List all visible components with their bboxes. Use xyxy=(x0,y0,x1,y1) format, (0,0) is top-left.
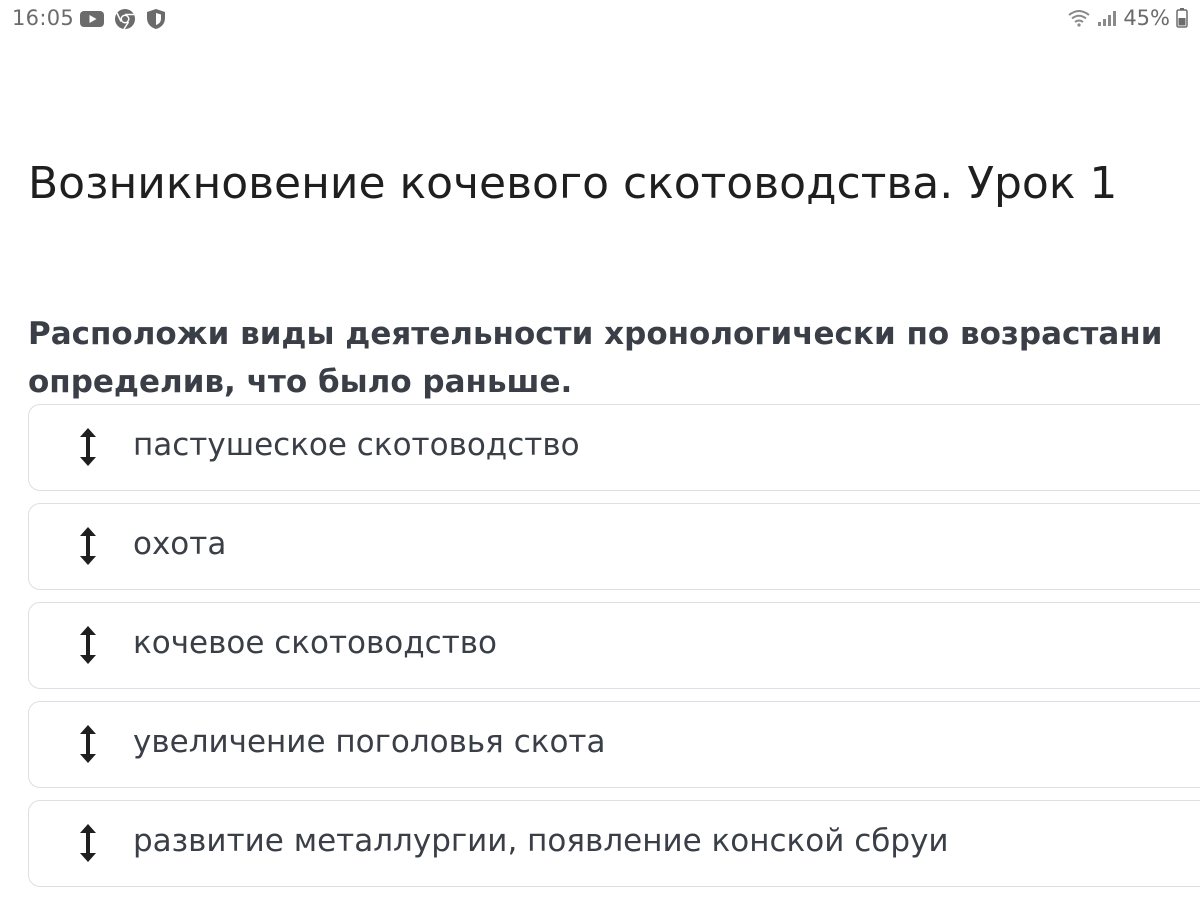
sortable-item[interactable]: кочевое скотоводство xyxy=(28,602,1200,689)
sortable-item[interactable]: охота xyxy=(28,503,1200,590)
sortable-item-label: пастушеское скотоводство xyxy=(133,427,580,463)
battery-icon xyxy=(1176,8,1188,28)
sortable-item-label: охота xyxy=(133,526,227,562)
battery-percent: 45% xyxy=(1123,6,1170,30)
drag-handle-icon[interactable] xyxy=(77,625,99,665)
status-bar: 16:05 45% xyxy=(0,0,1200,38)
question-line-1: Расположи виды деятельности хронологичес… xyxy=(28,316,1163,352)
shield-icon xyxy=(146,8,166,30)
signal-icon xyxy=(1097,9,1117,27)
sortable-item-label: увеличение поголовья скота xyxy=(133,724,606,760)
status-icons-right: 45% xyxy=(1067,6,1188,30)
page-title: Возникновение кочевого скотоводства. Уро… xyxy=(28,158,1118,209)
sortable-list: пастушеское скотоводство охота кочевое с… xyxy=(28,404,1200,899)
question-text: Расположи виды деятельности хронологичес… xyxy=(28,310,1200,406)
status-time: 16:05 xyxy=(12,6,75,30)
drag-handle-icon[interactable] xyxy=(77,526,99,566)
sortable-item[interactable]: пастушеское скотоводство xyxy=(28,404,1200,491)
sortable-item[interactable]: увеличение поголовья скота xyxy=(28,701,1200,788)
chrome-icon xyxy=(114,8,136,30)
drag-handle-icon[interactable] xyxy=(77,724,99,764)
sortable-item-label: кочевое скотоводство xyxy=(133,625,498,661)
sortable-item-label: развитие металлургии, появление конской … xyxy=(133,823,949,859)
youtube-icon xyxy=(80,10,104,28)
drag-handle-icon[interactable] xyxy=(77,823,99,863)
question-line-2: определив, что было раньше. xyxy=(28,364,573,400)
sortable-item[interactable]: развитие металлургии, появление конской … xyxy=(28,800,1200,887)
screen: 16:05 45% Возникновение кочевого скотово… xyxy=(0,0,1200,913)
drag-handle-icon[interactable] xyxy=(77,427,99,467)
status-icons-left xyxy=(80,8,166,30)
wifi-icon xyxy=(1067,9,1091,27)
